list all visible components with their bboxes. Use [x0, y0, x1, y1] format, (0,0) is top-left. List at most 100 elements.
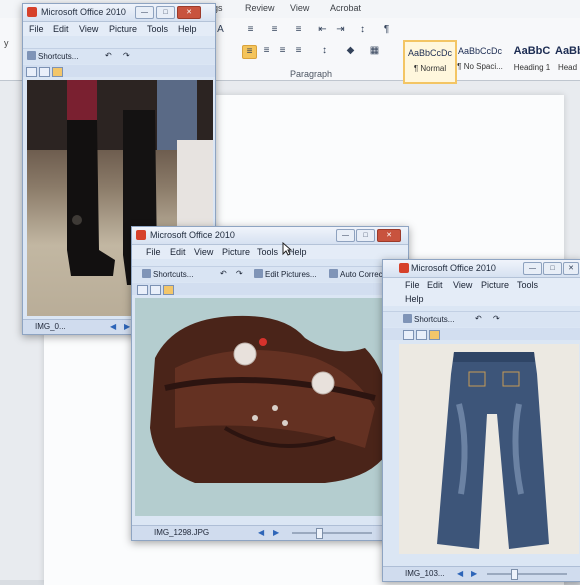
align-left-icon[interactable]: ≡: [242, 45, 257, 59]
mouse-cursor-icon: [282, 242, 292, 256]
tab-review[interactable]: Review: [245, 3, 275, 13]
status-bar: IMG_103... ◀ ▶: [383, 566, 580, 581]
auto-correct-label: Auto Correct: [340, 270, 385, 279]
menu-edit[interactable]: Edit: [53, 24, 69, 34]
style-name: ¶ No Spaci...: [457, 62, 503, 71]
office-icon: [136, 230, 146, 240]
decrease-indent-icon[interactable]: ⇤: [316, 24, 329, 36]
shading-icon[interactable]: ◆: [344, 45, 357, 57]
menu-picture[interactable]: Picture: [109, 24, 137, 34]
menu-bar: File Edit View Picture Tools Help: [383, 278, 580, 306]
shortcuts-button[interactable]: Shortcuts...: [27, 51, 78, 61]
paragraph-group-label: Paragraph: [290, 69, 333, 79]
justify-icon[interactable]: ≡: [292, 45, 305, 57]
menu-file[interactable]: File: [146, 247, 161, 257]
menu-view[interactable]: View: [79, 24, 98, 34]
multilevel-list-icon[interactable]: ≡: [292, 24, 305, 36]
menu-help[interactable]: Help: [405, 294, 424, 304]
title-bar[interactable]: Microsoft Office 2010 — □ ✕: [23, 4, 215, 22]
previous-icon[interactable]: ◀: [110, 322, 116, 331]
edit-pictures-button[interactable]: Edit Pictures...: [254, 269, 317, 279]
single-view-icon[interactable]: [429, 330, 440, 340]
close-button[interactable]: ✕: [563, 262, 579, 275]
sort-icon[interactable]: ↕: [356, 24, 369, 36]
shortcuts-icon: [27, 51, 36, 60]
increase-indent-icon[interactable]: ⇥: [334, 24, 347, 36]
menu-picture[interactable]: Picture: [481, 280, 509, 290]
shortcuts-button[interactable]: Shortcuts...: [403, 314, 454, 324]
menu-help[interactable]: Help: [178, 24, 197, 34]
style-preview: AaBbCcDc: [407, 48, 452, 58]
thumbnail-view-icon[interactable]: [26, 67, 37, 77]
tab-view[interactable]: View: [290, 3, 309, 13]
menu-edit[interactable]: Edit: [170, 247, 186, 257]
filmstrip-view-icon[interactable]: [416, 330, 427, 340]
menu-tools[interactable]: Tools: [147, 24, 168, 34]
close-button[interactable]: ✕: [177, 6, 201, 19]
picture-window-jeans[interactable]: Microsoft Office 2010 — □ ✕ File Edit Vi…: [382, 259, 580, 582]
bullets-icon[interactable]: ≡: [244, 24, 257, 36]
style-name: Heading 1: [513, 63, 551, 72]
menu-picture[interactable]: Picture: [222, 247, 250, 257]
menu-file[interactable]: File: [405, 280, 420, 290]
auto-correct-button[interactable]: Auto Correct: [329, 269, 385, 279]
style-no-spacing[interactable]: AaBbCcDc ¶ No Spaci...: [455, 40, 505, 80]
rotate-right-icon[interactable]: ↷: [236, 269, 243, 278]
menu-file[interactable]: File: [29, 24, 44, 34]
zoom-slider[interactable]: [292, 532, 372, 534]
minimize-button[interactable]: —: [523, 262, 542, 275]
next-icon[interactable]: ▶: [471, 569, 477, 578]
thumbnail-view-icon[interactable]: [403, 330, 414, 340]
style-heading-1[interactable]: AaBbC Heading 1: [507, 40, 557, 80]
shortcuts-label: Shortcuts...: [414, 315, 455, 324]
toolbar: Shortcuts... ↶ ↷ Edit Pictures... Auto C…: [132, 266, 408, 282]
shortcuts-label: Shortcuts...: [153, 270, 194, 279]
align-right-icon[interactable]: ≡: [276, 45, 289, 57]
menu-view[interactable]: View: [194, 247, 213, 257]
next-icon[interactable]: ▶: [124, 322, 130, 331]
style-heading-2[interactable]: AaBbC Head: [555, 40, 580, 80]
zoom-slider-knob[interactable]: [316, 528, 323, 539]
handbag-image: [135, 298, 401, 516]
next-icon[interactable]: ▶: [273, 528, 279, 537]
zoom-slider-knob[interactable]: [511, 569, 518, 580]
numbering-icon[interactable]: ≡: [268, 24, 281, 36]
previous-icon[interactable]: ◀: [457, 569, 463, 578]
maximize-button[interactable]: □: [156, 6, 175, 19]
maximize-button[interactable]: □: [356, 229, 375, 242]
previous-icon[interactable]: ◀: [258, 528, 264, 537]
minimize-button[interactable]: —: [336, 229, 355, 242]
menu-tools[interactable]: Tools: [257, 247, 278, 257]
rotate-right-icon[interactable]: ↷: [493, 314, 500, 323]
filmstrip-view-icon[interactable]: [39, 67, 50, 77]
maximize-button[interactable]: □: [543, 262, 562, 275]
single-view-icon[interactable]: [163, 285, 174, 295]
file-name: IMG_1298.JPG: [154, 528, 210, 537]
single-view-icon[interactable]: [52, 67, 63, 77]
filmstrip-view-icon[interactable]: [150, 285, 161, 295]
rotate-left-icon[interactable]: ↶: [105, 51, 112, 60]
rotate-right-icon[interactable]: ↷: [123, 51, 130, 60]
thumbnail-view-icon[interactable]: [137, 285, 148, 295]
edit-pictures-label: Edit Pictures...: [265, 270, 317, 279]
shortcuts-button[interactable]: Shortcuts...: [142, 269, 193, 279]
rotate-left-icon[interactable]: ↶: [475, 314, 482, 323]
align-center-icon[interactable]: ≡: [260, 45, 273, 57]
line-spacing-icon[interactable]: ↕: [318, 45, 331, 57]
borders-icon[interactable]: ▦: [368, 45, 381, 57]
picture-window-bag[interactable]: Microsoft Office 2010 — □ ✕ File Edit Vi…: [131, 226, 409, 541]
close-button[interactable]: ✕: [377, 229, 401, 242]
style-preview: AaBbC: [555, 45, 580, 57]
zoom-slider[interactable]: [487, 573, 567, 575]
menu-tools[interactable]: Tools: [517, 280, 538, 290]
tab-acrobat[interactable]: Acrobat: [330, 3, 361, 13]
pilcrow-icon[interactable]: ¶: [380, 24, 393, 36]
minimize-button[interactable]: —: [135, 6, 154, 19]
menu-edit[interactable]: Edit: [427, 280, 443, 290]
style-preview: AaBbCcDc: [457, 46, 502, 56]
style-normal[interactable]: AaBbCcDc ¶ Normal: [403, 40, 457, 84]
rotate-left-icon[interactable]: ↶: [220, 269, 227, 278]
menu-view[interactable]: View: [453, 280, 472, 290]
title-bar[interactable]: Microsoft Office 2010 — □ ✕: [132, 227, 408, 245]
title-bar[interactable]: Microsoft Office 2010 — □ ✕: [383, 260, 580, 278]
